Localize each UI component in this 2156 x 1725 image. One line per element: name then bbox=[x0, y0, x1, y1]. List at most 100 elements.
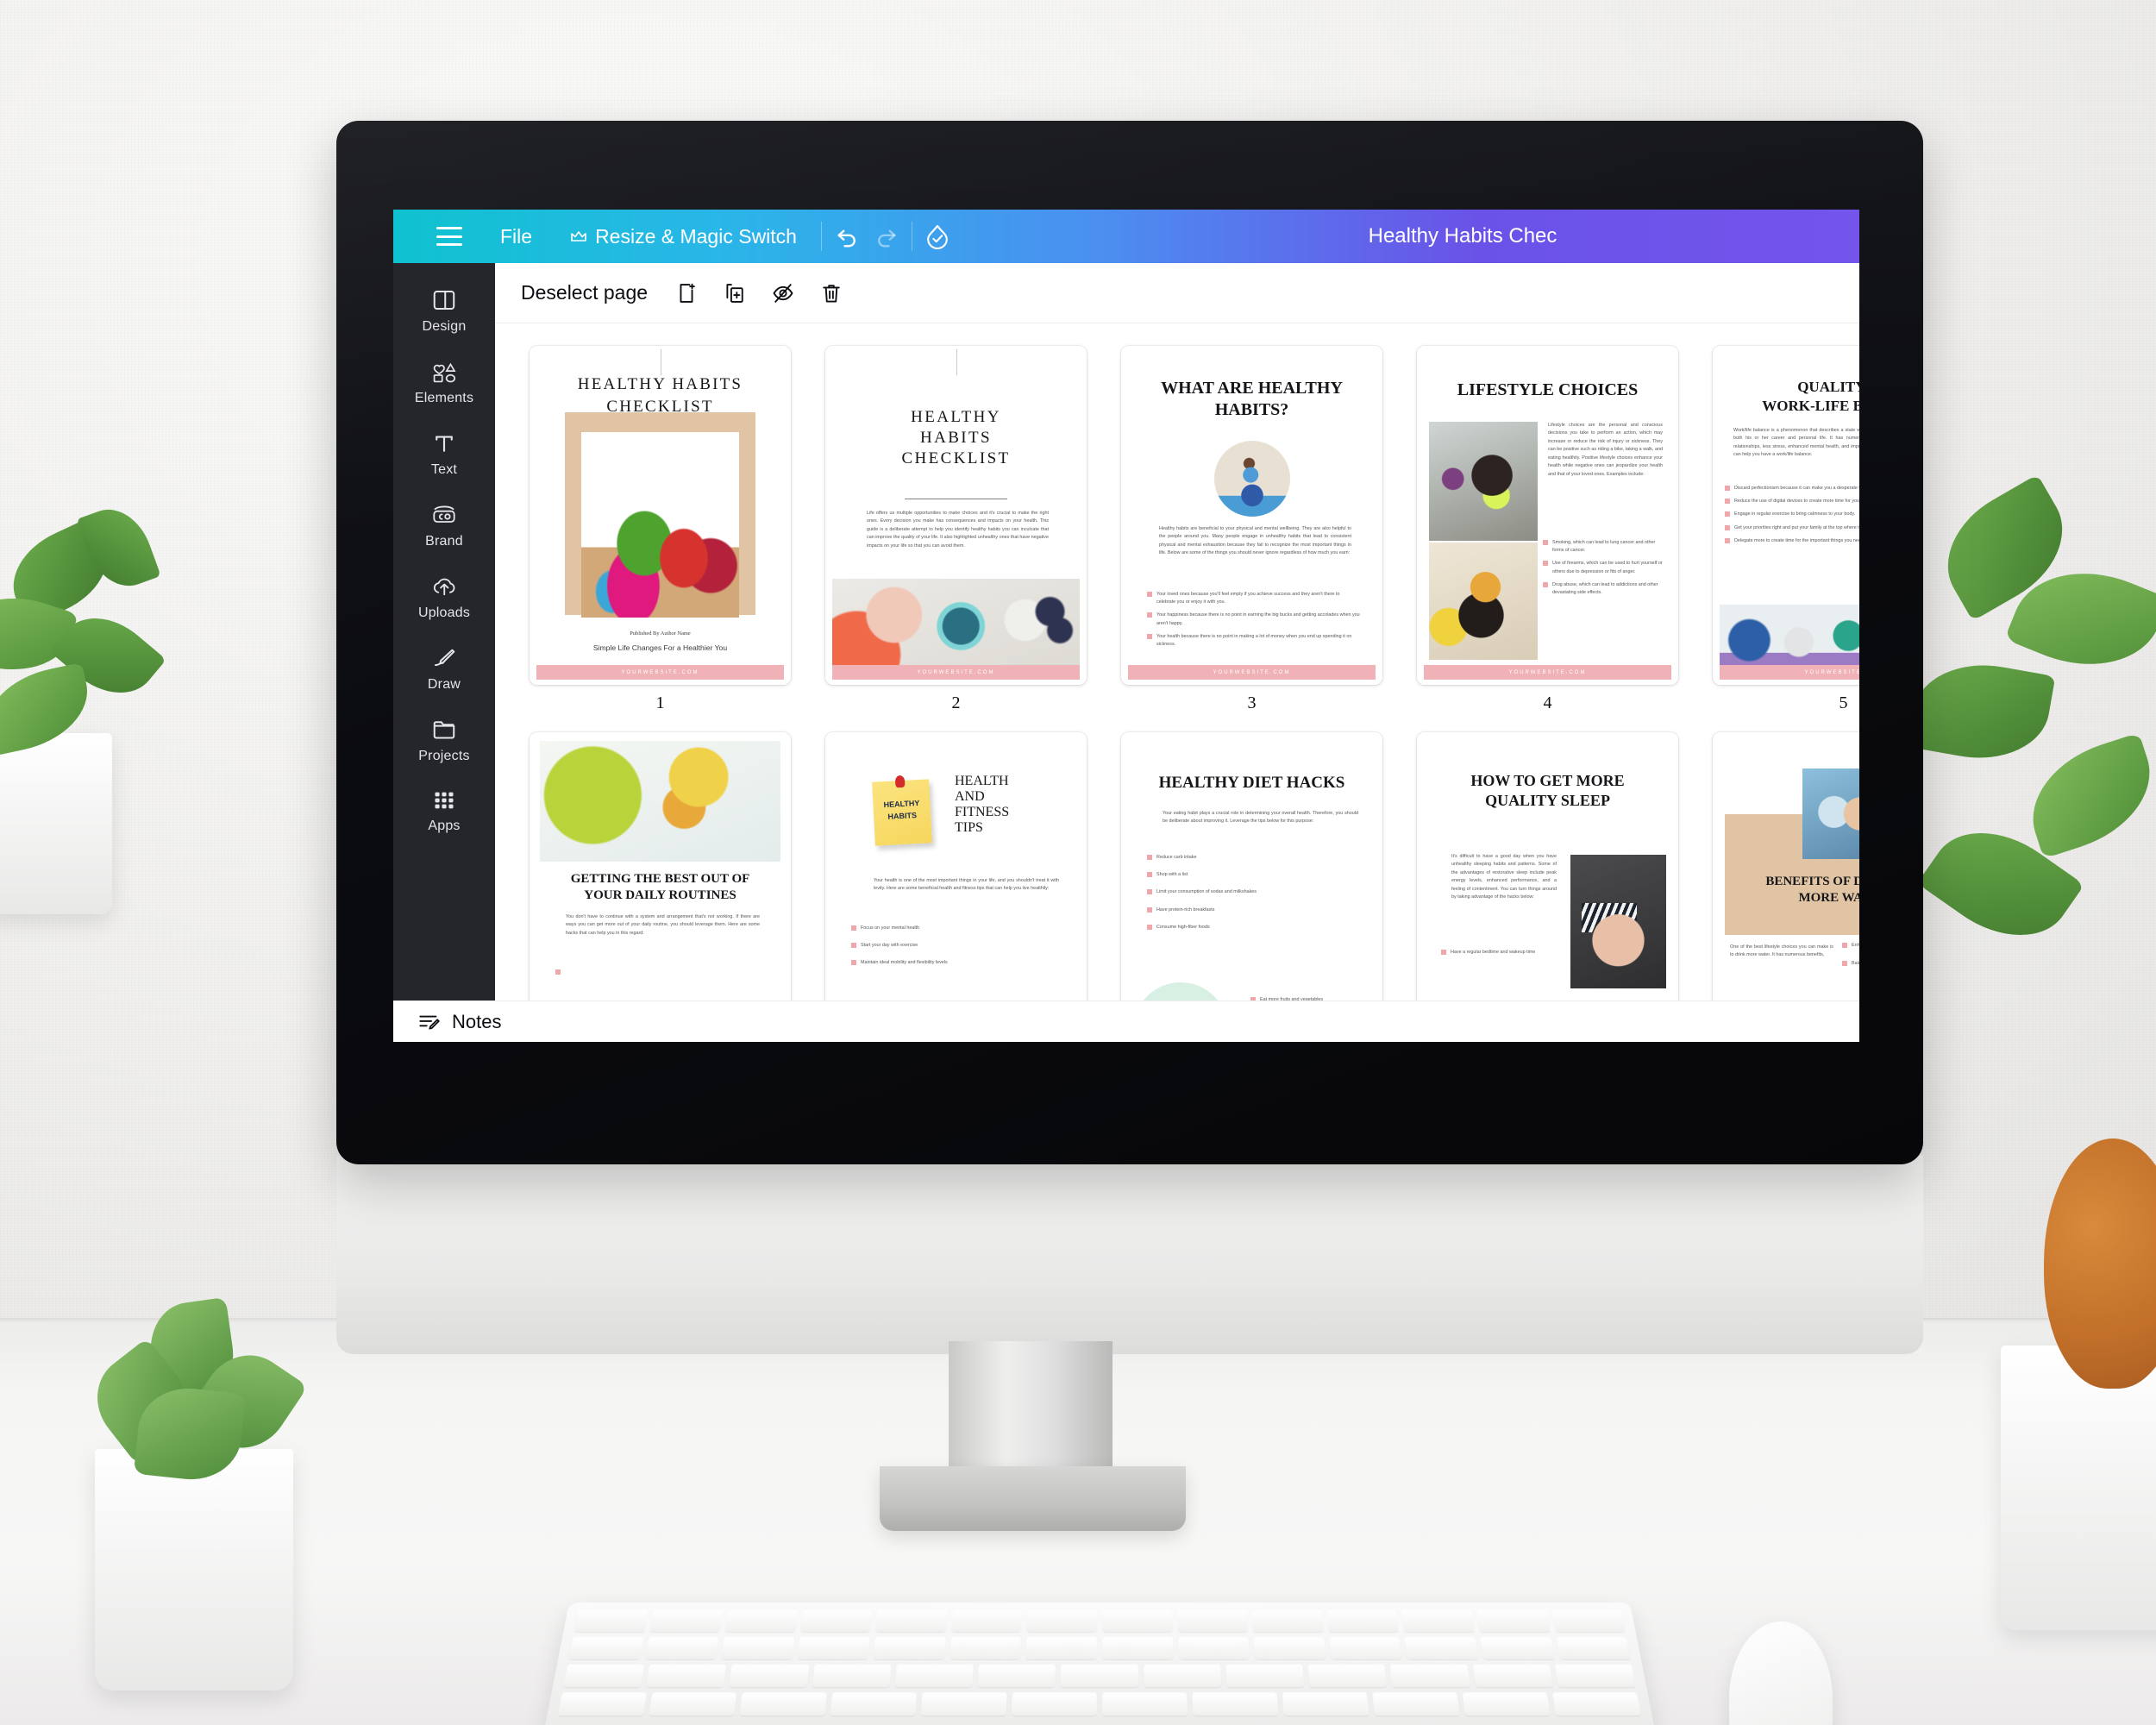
bullet-square bbox=[555, 969, 561, 975]
bullet-text: Maintain ideal mobility and flexibility … bbox=[861, 960, 948, 966]
sidebar-item-label: Apps bbox=[428, 819, 461, 833]
deselect-page-button[interactable]: Deselect page bbox=[521, 281, 648, 304]
sidebar-item-uploads[interactable]: Uploads bbox=[399, 561, 489, 630]
ivy-plant bbox=[0, 499, 250, 1000]
sidebar-item-brand[interactable]: Brand bbox=[399, 490, 489, 558]
key bbox=[873, 1636, 946, 1659]
upload-cloud-icon bbox=[433, 578, 455, 596]
page-thumbnail-9[interactable]: HOW TO GET MORE QUALITY SLEEP It's diffi… bbox=[1417, 732, 1678, 1042]
add-page-button[interactable] bbox=[665, 272, 708, 315]
page-thumbnail-2[interactable]: HEALTHY HABITS CHECKLIST Life offers us … bbox=[825, 346, 1087, 685]
page-thumbnail-1[interactable]: HEALTHY HABITS CHECKLIST Published By Au… bbox=[530, 346, 791, 685]
key bbox=[1404, 1636, 1478, 1659]
page-thumbnail-8[interactable]: HEALTHY DIET HACKS Your eating habit pla… bbox=[1121, 732, 1382, 1042]
page-thumbnail-4[interactable]: LIFESTYLE CHOICES Lifestyle choices are … bbox=[1417, 346, 1678, 685]
hide-page-button[interactable] bbox=[761, 272, 805, 315]
bullet-square bbox=[1147, 855, 1152, 860]
key bbox=[724, 1609, 798, 1633]
sidebar-item-draw[interactable]: Draw bbox=[399, 633, 489, 701]
page-thumbnail-3[interactable]: WHAT ARE HEALTHY HABITS? Healthy habits … bbox=[1121, 346, 1382, 685]
page-photo-top bbox=[540, 741, 780, 862]
page-bullet: Reduce the use of digital devices to cre… bbox=[1725, 498, 1859, 505]
key bbox=[563, 1664, 645, 1688]
bullet-text: Your health because there is no point in… bbox=[1156, 633, 1352, 647]
design-editor-screen: File Resize & Magic Switch Healthy Habit… bbox=[393, 210, 1859, 1042]
keyboard-row bbox=[568, 1636, 1631, 1659]
main-canvas-area: Deselect page HEALTHY HABITS CHECKLIST P… bbox=[495, 263, 1859, 1042]
bullet-square bbox=[851, 960, 856, 966]
key bbox=[1251, 1609, 1324, 1633]
key bbox=[573, 1609, 649, 1633]
page-title-line2: YOUR DAILY ROUTINES bbox=[584, 888, 736, 902]
page-cell: WHAT ARE HEALTHY HABITS? Healthy habits … bbox=[1121, 346, 1382, 732]
page-photo-top bbox=[1429, 422, 1538, 541]
folder-icon bbox=[433, 721, 455, 739]
bullet-square bbox=[1725, 537, 1730, 543]
page-bullet: Limit your consumption of sodas and milk… bbox=[1147, 888, 1360, 896]
pothos-plant bbox=[1889, 466, 2156, 1070]
file-menu-button[interactable]: File bbox=[481, 210, 551, 263]
page-title-line1: HEALTH bbox=[955, 774, 1009, 788]
page-title-line1: WHAT ARE HEALTHY bbox=[1161, 379, 1343, 398]
key bbox=[1102, 1692, 1188, 1716]
redo-button[interactable] bbox=[867, 210, 906, 263]
page-body-text: Your eating habit plays a crucial role i… bbox=[1163, 811, 1358, 825]
page-thumbnail-5[interactable]: QUALITY OF WORK-LIFE BALANCE Work/life b… bbox=[1713, 346, 1859, 685]
page-number: 1 bbox=[655, 693, 665, 712]
key bbox=[1556, 1636, 1631, 1659]
sidebar-item-text[interactable]: Text bbox=[399, 418, 489, 486]
sidebar-item-apps[interactable]: Apps bbox=[399, 776, 489, 843]
page-title-line2: WORK-LIFE BALANCE bbox=[1762, 398, 1859, 414]
page-thumbnail-10[interactable]: BENEFITS OF DRINKING MORE WATER One of t… bbox=[1713, 732, 1859, 1042]
key bbox=[644, 1636, 719, 1659]
key bbox=[1551, 1609, 1626, 1633]
hamburger-menu-icon bbox=[436, 227, 462, 246]
cover-subtitle: Simple Life Changes For a Healthier You bbox=[592, 643, 728, 652]
page-title-line2: AND bbox=[955, 789, 985, 804]
resize-magic-switch-button[interactable]: Resize & Magic Switch bbox=[551, 210, 816, 263]
key bbox=[729, 1664, 810, 1688]
push-pin-icon bbox=[894, 775, 906, 788]
page-number: 4 bbox=[1543, 693, 1552, 712]
resize-magic-switch-label: Resize & Magic Switch bbox=[595, 224, 797, 248]
notes-bar[interactable]: Notes bbox=[393, 1000, 1859, 1042]
page-grid-scroll[interactable]: HEALTHY HABITS CHECKLIST Published By Au… bbox=[495, 323, 1859, 1042]
sidebar-item-elements[interactable]: Elements bbox=[399, 347, 489, 415]
sidebar-item-label: Projects bbox=[418, 749, 470, 763]
duplicate-page-button[interactable] bbox=[713, 272, 756, 315]
sidebar-item-projects[interactable]: Projects bbox=[399, 705, 489, 773]
page-photo bbox=[832, 579, 1080, 665]
page-body-text: Work/life balance is a phenomenon that d… bbox=[1733, 428, 1859, 458]
page-grid: HEALTHY HABITS CHECKLIST Published By Au… bbox=[495, 346, 1859, 1042]
crown-icon bbox=[571, 231, 586, 242]
page-bullet: Use of firearms, which can be used to hu… bbox=[1543, 560, 1666, 575]
sidebar-item-label: Brand bbox=[425, 534, 463, 549]
bullet-square bbox=[1842, 961, 1847, 967]
page-bullet: Enhances performance during exercise bbox=[1842, 942, 1859, 950]
document-title[interactable]: Healthy Habits Chec bbox=[1369, 224, 1557, 248]
bullet-text: Use of firearms, which can be used to hu… bbox=[1552, 561, 1663, 574]
page-cell: HOW TO GET MORE QUALITY SLEEP It's diffi… bbox=[1417, 732, 1678, 1042]
page-thumbnail-6[interactable]: GETTING THE BEST OUT OF YOUR DAILY ROUTI… bbox=[530, 732, 791, 1042]
page-bullet: Engage in regular exercise to bring calm… bbox=[1725, 511, 1859, 518]
undo-button[interactable] bbox=[827, 210, 867, 263]
page-bullet: Maintain ideal mobility and flexibility … bbox=[851, 959, 1064, 967]
key bbox=[951, 1609, 1023, 1633]
key bbox=[649, 1692, 737, 1716]
cover-photo bbox=[581, 432, 739, 618]
delete-page-button[interactable] bbox=[810, 272, 853, 315]
bullet-square bbox=[1725, 511, 1730, 518]
page-photo-circle bbox=[1214, 441, 1290, 517]
key bbox=[1026, 1609, 1098, 1633]
sidebar-item-label: Text bbox=[430, 462, 458, 477]
page-bullet: Your loved ones because you'll feel empt… bbox=[1147, 591, 1360, 606]
page-thumbnail-7[interactable]: HEALTHY HABITS HEALTH AND FITNESS TIPS Y… bbox=[825, 732, 1087, 1042]
bullet-square bbox=[1147, 889, 1152, 895]
key bbox=[1480, 1636, 1555, 1659]
bullet-text: Delegate more to create time for the imp… bbox=[1734, 537, 1859, 543]
hamburger-menu-button[interactable] bbox=[417, 210, 481, 263]
bullet-text: Reduce the use of digital devices to cre… bbox=[1734, 499, 1859, 505]
page-body-text: Your health is one of the most important… bbox=[874, 878, 1059, 892]
cloud-saved-button[interactable] bbox=[918, 210, 957, 263]
sidebar-item-design[interactable]: Design bbox=[399, 275, 489, 343]
